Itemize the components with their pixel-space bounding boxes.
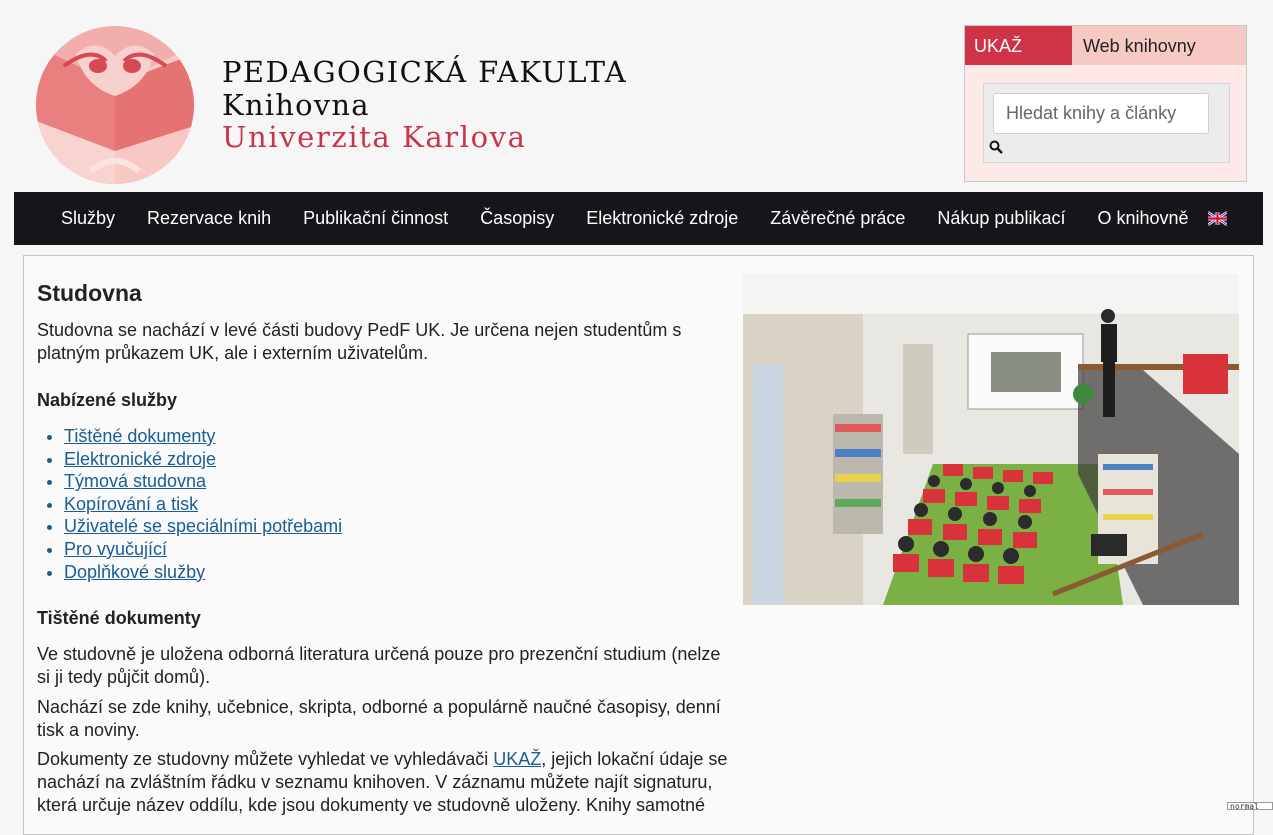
nav-item-o-knihovne[interactable]: O knihovně: [1097, 208, 1188, 229]
faculty-logo: [36, 26, 194, 184]
study-room-photo: [743, 274, 1239, 605]
search-input[interactable]: [993, 93, 1209, 134]
list-item: Tištěné dokumenty: [64, 425, 342, 448]
service-link-specialni-potreby[interactable]: Uživatelé se speciálními potřebami: [64, 516, 342, 536]
list-item: Doplňkové služby: [64, 561, 342, 584]
list-item: Elektronické zdroje: [64, 448, 342, 471]
printed-docs-heading: Tištěné dokumenty: [37, 608, 201, 628]
list-item: Týmová studovna: [64, 470, 342, 493]
intro-text: Studovna se nachází v levé části budovy …: [37, 320, 682, 363]
search-icon[interactable]: [989, 140, 1003, 154]
services-heading: Nabízené služby: [37, 390, 178, 410]
list-item: Kopírování a tisk: [64, 493, 342, 516]
nav-item-publikacni-cinnost[interactable]: Publikační činnost: [303, 208, 448, 229]
list-item: Pro vyučující: [64, 538, 342, 561]
nav-item-sluzby[interactable]: Služby: [61, 208, 115, 229]
nav-item-elektronicke-zdroje[interactable]: Elektronické zdroje: [586, 208, 738, 229]
search-form: [983, 83, 1230, 163]
main-nav: Služby Rezervace knih Publikační činnost…: [14, 192, 1263, 245]
uk-flag-icon[interactable]: [1207, 210, 1227, 227]
library-name: Knihovna: [222, 88, 370, 122]
faculty-name: PEDAGOGICKÁ FAKULTA: [222, 55, 628, 89]
printed-docs-paragraph-2: Nachází se zde knihy, učebnice, skripta,…: [37, 697, 721, 740]
search-widget: UKAŽ Web knihovny: [964, 25, 1247, 182]
para3-text-before: Dokumenty ze studovny můžete vyhledat ve…: [37, 749, 494, 769]
corner-tag: normal: [1227, 802, 1273, 810]
services-list: Tištěné dokumenty Elektronické zdroje Tý…: [37, 425, 342, 583]
service-link-pro-vyucujici[interactable]: Pro vyučující: [64, 539, 167, 559]
nav-item-nakup-publikaci[interactable]: Nákup publikací: [937, 208, 1065, 229]
service-link-tistene-dokumenty[interactable]: Tištěné dokumenty: [64, 426, 215, 446]
content-panel: Studovna Studovna se nachází v levé část…: [23, 255, 1254, 835]
printed-docs-paragraph-1: Ve studovně je uložena odborná literatur…: [37, 644, 721, 687]
nav-item-casopisy[interactable]: Časopisy: [480, 208, 554, 229]
search-tabs: UKAŽ Web knihovny: [965, 26, 1246, 65]
nav-item-zaverecne-prace[interactable]: Závěrečné práce: [770, 208, 905, 229]
list-item: Uživatelé se speciálními potřebami: [64, 515, 342, 538]
tab-web-knihovny[interactable]: Web knihovny: [1072, 26, 1246, 65]
nav-item-rezervace-knih[interactable]: Rezervace knih: [147, 208, 271, 229]
service-link-doplnkove-sluzby[interactable]: Doplňkové služby: [64, 562, 205, 582]
service-link-kopirovani-a-tisk[interactable]: Kopírování a tisk: [64, 494, 198, 514]
university-name: Univerzita Karlova: [222, 120, 527, 154]
ukaz-link[interactable]: UKAŽ: [493, 749, 541, 769]
tab-ukaz[interactable]: UKAŽ: [965, 26, 1072, 65]
printed-docs-paragraph-3: Dokumenty ze studovny můžete vyhledat ve…: [37, 748, 737, 817]
library-brand: PEDAGOGICKÁ FAKULTA Knihovna Univerzita …: [222, 55, 627, 153]
page-title: Studovna: [37, 280, 142, 306]
service-link-elektronicke-zdroje[interactable]: Elektronické zdroje: [64, 449, 216, 469]
service-link-tymova-studovna[interactable]: Týmová studovna: [64, 471, 206, 491]
